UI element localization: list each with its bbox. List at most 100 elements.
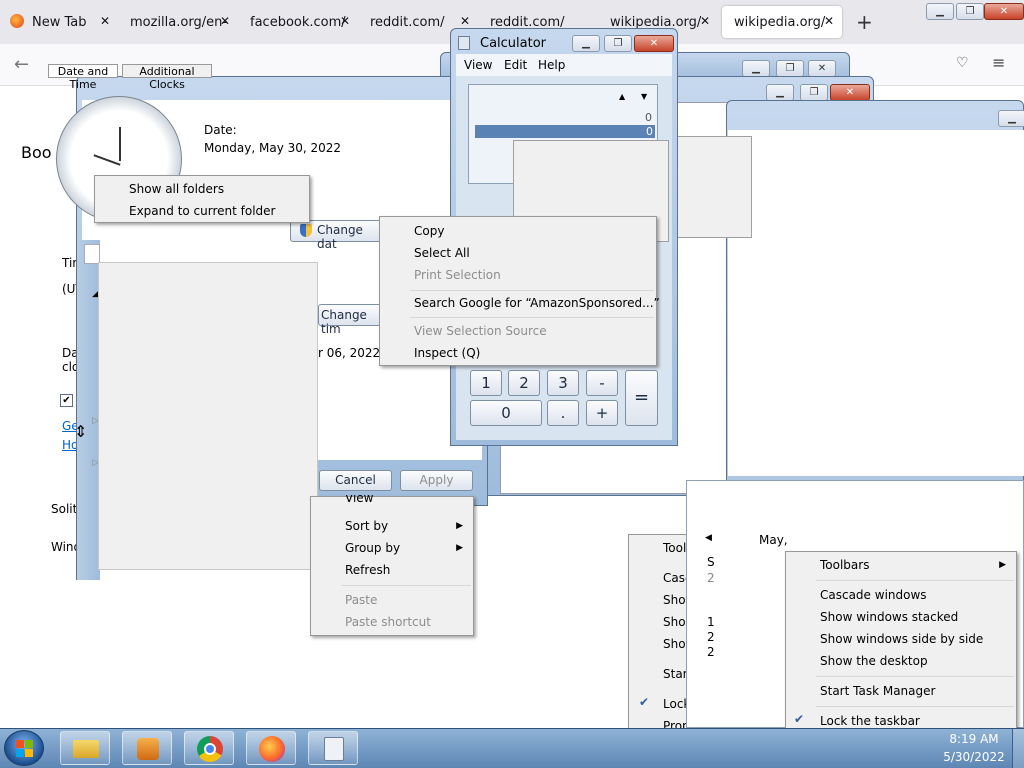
menu-separator <box>410 290 654 291</box>
windows-logo-icon <box>16 740 24 748</box>
close-icon[interactable]: ✕ <box>984 3 1024 20</box>
menu-item-expand-to-current-folder[interactable]: Expand to current folder <box>95 200 309 222</box>
menu-separator <box>816 706 1014 707</box>
maximize-icon[interactable]: ❐ <box>800 84 828 101</box>
calc-key-3[interactable]: 3 <box>547 370 579 396</box>
cancel-button[interactable]: Cancel <box>319 470 392 491</box>
calc-key-decimal[interactable]: . <box>547 400 579 426</box>
maximize-icon[interactable]: ❐ <box>604 35 632 52</box>
taskbar-media-player[interactable] <box>122 731 172 765</box>
maximize-icon[interactable]: ❐ <box>776 60 804 77</box>
display-history-value: 0 <box>645 111 652 124</box>
pocket-icon[interactable]: ♡ <box>956 55 969 71</box>
close-icon[interactable]: ✕ <box>830 84 870 101</box>
submenu-arrow-icon: ▶ <box>456 521 463 531</box>
chrome-center-icon <box>204 743 216 755</box>
hamburger-menu-icon[interactable]: ≡ <box>992 53 1005 72</box>
menu-item-inspect[interactable]: Inspect (Q) <box>380 342 656 364</box>
menu-view[interactable]: View <box>464 58 492 72</box>
menu-item-paste[interactable]: Paste <box>311 589 473 611</box>
menu-item-group-by[interactable]: Group by ▶ <box>311 537 473 559</box>
menu-item-cascade-windows[interactable]: Cascade windows <box>786 584 1016 606</box>
menu-item-paste-shortcut[interactable]: Paste shortcut <box>311 611 473 633</box>
minimize-icon[interactable]: ▁ <box>572 35 600 52</box>
clock-hand-icon <box>93 154 121 166</box>
windows-logo-icon <box>25 749 33 757</box>
blank-popup <box>98 262 318 570</box>
menu-item-copy[interactable]: Copy <box>380 220 656 242</box>
minimize-icon[interactable]: ▁ <box>742 60 770 77</box>
menu-item-view-selection-source[interactable]: View Selection Source <box>380 320 656 342</box>
calendar-day[interactable]: 1 <box>707 615 715 629</box>
taskbar-calculator[interactable] <box>308 731 358 765</box>
menu-item-select-all[interactable]: Select All <box>380 242 656 264</box>
close-icon[interactable]: ✕ <box>700 14 710 28</box>
tab-label: New Tab <box>32 15 87 30</box>
menu-edit[interactable]: Edit <box>504 58 527 72</box>
change-time-zone-button[interactable]: Change tim <box>318 304 388 336</box>
scroll-up-icon[interactable]: ▲ <box>619 92 625 101</box>
calendar-month-header[interactable]: May, <box>759 533 788 547</box>
menu-item-refresh[interactable]: Refresh <box>311 559 473 581</box>
tab-label: wikipedia.org/ <box>734 15 826 30</box>
maximize-icon[interactable]: ❐ <box>956 3 984 20</box>
clock-time[interactable]: 8:19 AM <box>940 732 1008 746</box>
scroll-down-icon[interactable]: ▼ <box>641 92 647 101</box>
minimize-icon[interactable]: ▁ <box>998 110 1024 127</box>
tab-new-tab[interactable]: New Tab ✕ <box>0 6 118 38</box>
close-icon[interactable]: ✕ <box>220 14 230 28</box>
apply-button[interactable]: Apply <box>400 470 473 491</box>
menu-help[interactable]: Help <box>538 58 565 72</box>
calc-key-0[interactable]: 0 <box>470 400 542 426</box>
media-player-icon <box>137 738 159 760</box>
calendar-day[interactable]: 2 <box>707 645 715 659</box>
display-current-value: 0 <box>475 125 655 138</box>
menu-item-print-selection[interactable]: Print Selection <box>380 264 656 286</box>
tab-additional-clocks[interactable]: Additional Clocks <box>122 64 212 91</box>
menu-item-sort-by[interactable]: Sort by ▶ <box>311 515 473 537</box>
menu-item-toolbars[interactable]: Toolbars ▶ <box>786 554 1016 576</box>
clock-date[interactable]: 5/30/2022 <box>940 750 1008 764</box>
calendar-day[interactable]: 2 <box>707 630 715 644</box>
calc-key-add[interactable]: + <box>586 400 618 426</box>
tab-label: mozilla.org/en- <box>130 15 228 30</box>
date-value: Monday, May 30, 2022 <box>204 141 342 155</box>
show-desktop-button[interactable] <box>1012 729 1024 768</box>
close-icon[interactable]: ✕ <box>460 14 470 28</box>
calendar-day[interactable]: 2 <box>707 571 715 585</box>
submenu-arrow-icon: ▶ <box>999 560 1006 570</box>
tab-facebook[interactable]: facebook.com/ ✕ <box>238 6 358 38</box>
background-window-pane <box>728 130 1024 476</box>
close-icon[interactable]: ✕ <box>808 60 836 77</box>
menu-item-show-all-folders[interactable]: Show all folders <box>95 178 309 200</box>
taskbar-windows-explorer[interactable] <box>60 731 110 765</box>
menu-item-show-windows-side-by-side[interactable]: Show windows side by side <box>786 628 1016 650</box>
minimize-icon[interactable]: ▁ <box>926 3 954 20</box>
resize-cursor-icon: ⇕ <box>74 422 88 441</box>
notify-checkbox[interactable]: ✔ <box>60 394 73 407</box>
menu-item-start-task-manager[interactable]: Start Task Manager <box>786 680 1016 702</box>
menu-item-show-the-desktop[interactable]: Show the desktop <box>786 650 1016 672</box>
tab-mozilla[interactable]: mozilla.org/en- ✕ <box>118 6 238 38</box>
close-icon[interactable]: ✕ <box>824 14 834 28</box>
tab-date-and-time[interactable]: Date and Time <box>48 64 118 91</box>
start-button[interactable] <box>4 730 44 766</box>
minimize-icon[interactable]: ▁ <box>766 84 794 101</box>
menu-item-search-google[interactable]: Search Google for “AmazonSponsored...” <box>380 292 660 314</box>
calc-key-1[interactable]: 1 <box>470 370 502 396</box>
previous-month-icon[interactable]: ◀ <box>705 533 712 543</box>
taskbar-firefox[interactable] <box>246 731 296 765</box>
menu-item-view[interactable]: View <box>311 495 473 507</box>
close-icon[interactable]: ✕ <box>634 35 674 52</box>
new-tab-button[interactable]: + <box>856 10 873 34</box>
menu-separator <box>341 585 471 586</box>
calc-key-2[interactable]: 2 <box>508 370 540 396</box>
tab-wikipedia-2[interactable]: wikipedia.org/ ✕ <box>722 6 842 38</box>
close-icon[interactable]: ✕ <box>100 14 110 28</box>
calc-key-equals[interactable]: = <box>625 370 658 426</box>
menu-item-show-windows-stacked[interactable]: Show windows stacked <box>786 606 1016 628</box>
back-arrow-icon[interactable]: ← <box>14 54 29 75</box>
calc-key-subtract[interactable]: - <box>586 370 618 396</box>
taskbar-chrome[interactable] <box>184 731 234 765</box>
close-icon[interactable]: ✕ <box>340 14 350 28</box>
